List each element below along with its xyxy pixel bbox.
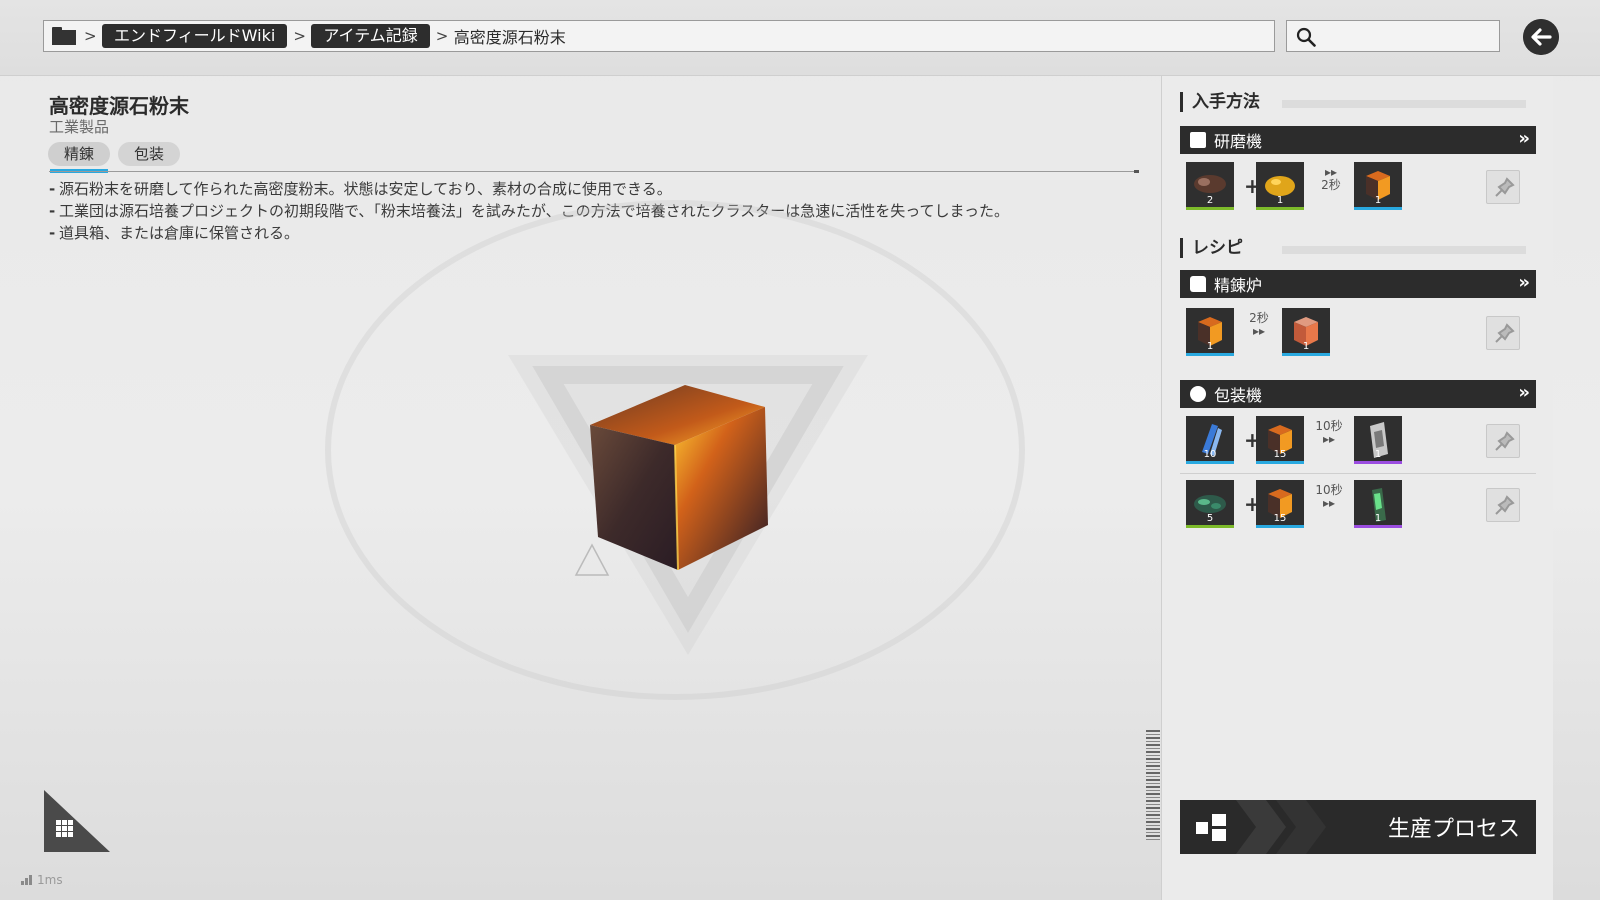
fast-forward-icon: ▸▸ <box>1322 432 1336 446</box>
pin-button[interactable] <box>1486 170 1520 204</box>
double-chevron-icon[interactable]: » <box>1518 128 1529 149</box>
row-divider <box>1180 473 1536 474</box>
section-underline <box>1282 100 1526 108</box>
process-time: 10秒 ▸▸ <box>1315 419 1343 446</box>
input-slot[interactable]: 10 <box>1186 416 1234 464</box>
output-slot[interactable]: 1 <box>1354 162 1402 210</box>
search-input[interactable] <box>1321 25 1493 47</box>
pin-button[interactable] <box>1486 488 1520 522</box>
breadcrumb-separator: > <box>84 27 97 45</box>
folder-icon[interactable] <box>52 27 76 45</box>
recipe-row: 5 + 15 10秒 ▸▸ 1 <box>1186 480 1526 532</box>
description-line: - 源石粉末を研磨して作られた高密度粉末。状態は安定しており、素材の合成に使用で… <box>49 180 672 198</box>
section-title-recipes: レシピ <box>1180 238 1243 258</box>
signal-bars-icon <box>21 875 33 885</box>
double-chevron-icon[interactable]: » <box>1518 272 1529 293</box>
pin-icon <box>1495 431 1515 451</box>
latency-text: 1ms <box>37 873 63 887</box>
machine-bar-refining-furnace[interactable]: 精錬炉 » <box>1180 270 1536 298</box>
output-slot[interactable]: 1 <box>1354 416 1402 464</box>
production-process-button[interactable]: 生産プロセス <box>1180 800 1536 854</box>
process-time: 10秒 ▸▸ <box>1315 483 1343 510</box>
breadcrumb-current: 高密度源石粉末 <box>453 28 566 47</box>
item-category: 工業製品 <box>49 118 110 136</box>
item-tabs: 精錬 包装 <box>48 142 181 173</box>
machine-name: 精錬炉 <box>1214 276 1263 295</box>
input-slot[interactable]: 5 <box>1186 480 1234 528</box>
production-process-label: 生産プロセス <box>1387 817 1520 842</box>
section-underline <box>1282 246 1526 254</box>
pin-button[interactable] <box>1486 316 1520 350</box>
decorative-barcode <box>1146 730 1160 840</box>
search-icon <box>1296 27 1316 47</box>
breadcrumb-item-records[interactable]: アイテム記録 <box>311 24 430 48</box>
machine-bar-grinder[interactable]: 研磨機 » <box>1180 126 1536 154</box>
search-box[interactable] <box>1286 20 1500 52</box>
input-slot[interactable]: 15 <box>1256 480 1304 528</box>
double-chevron-icon[interactable]: » <box>1518 382 1529 403</box>
output-slot[interactable]: 1 <box>1282 308 1330 356</box>
recipe-row: 1 2秒 ▸▸ 1 <box>1186 308 1526 360</box>
pin-icon <box>1495 177 1515 197</box>
fast-forward-icon: ▸▸ <box>1252 324 1266 338</box>
input-slot[interactable]: 2 <box>1186 162 1234 210</box>
machine-bar-packaging-machine[interactable]: 包装機 » <box>1180 380 1536 408</box>
pin-icon <box>1495 495 1515 515</box>
tab-refining[interactable]: 精錬 <box>48 142 111 173</box>
furnace-icon <box>1190 276 1206 292</box>
input-slot[interactable]: 15 <box>1256 416 1304 464</box>
breadcrumb-separator: > <box>435 27 449 45</box>
output-slot[interactable]: 1 <box>1354 480 1402 528</box>
fast-forward-icon: ▸▸ <box>1322 496 1336 510</box>
top-bar: > エンドフィールドWiki > アイテム記録 > 高密度源石粉末 <box>0 0 1600 76</box>
breadcrumb-separator: > <box>293 27 306 45</box>
input-slot[interactable]: 1 <box>1186 308 1234 356</box>
section-title-acquisition: 入手方法 <box>1180 92 1260 112</box>
process-time: 2秒 ▸▸ <box>1244 312 1274 338</box>
breadcrumb: > エンドフィールドWiki > アイテム記録 > 高密度源石粉末 <box>43 20 1275 52</box>
chevron-stripes-icon <box>1236 800 1326 854</box>
pin-button[interactable] <box>1486 424 1520 458</box>
item-title: 高密度源石粉末 <box>49 94 189 118</box>
divider <box>49 170 1139 173</box>
item-image-high-density-originium-powder <box>590 385 768 571</box>
recipe-row: 10 + 15 10秒 ▸▸ 1 <box>1186 416 1526 468</box>
tab-packaging[interactable]: 包装 <box>118 142 181 166</box>
back-arrow-icon[interactable] <box>1523 19 1559 55</box>
input-slot[interactable]: 1 <box>1256 162 1304 210</box>
breadcrumb-wiki[interactable]: エンドフィールドWiki <box>102 24 288 48</box>
machine-name: 包装機 <box>1214 386 1263 405</box>
right-panel: 入手方法 研磨機 » 2 + 1 ▸▸ 2秒 1 レシピ 精錬炉 » 1 2秒 … <box>1161 76 1553 900</box>
process-time: ▸▸ 2秒 <box>1316 166 1346 192</box>
latency-indicator: 1ms <box>21 873 63 887</box>
pin-icon <box>1495 323 1515 343</box>
machine-name: 研磨機 <box>1214 132 1263 151</box>
grinder-icon <box>1190 132 1206 148</box>
recipe-row: 2 + 1 ▸▸ 2秒 1 <box>1186 162 1526 214</box>
flowchart-icon <box>1196 814 1226 841</box>
grid-menu-icon[interactable] <box>42 790 112 856</box>
packaging-icon <box>1190 386 1206 402</box>
